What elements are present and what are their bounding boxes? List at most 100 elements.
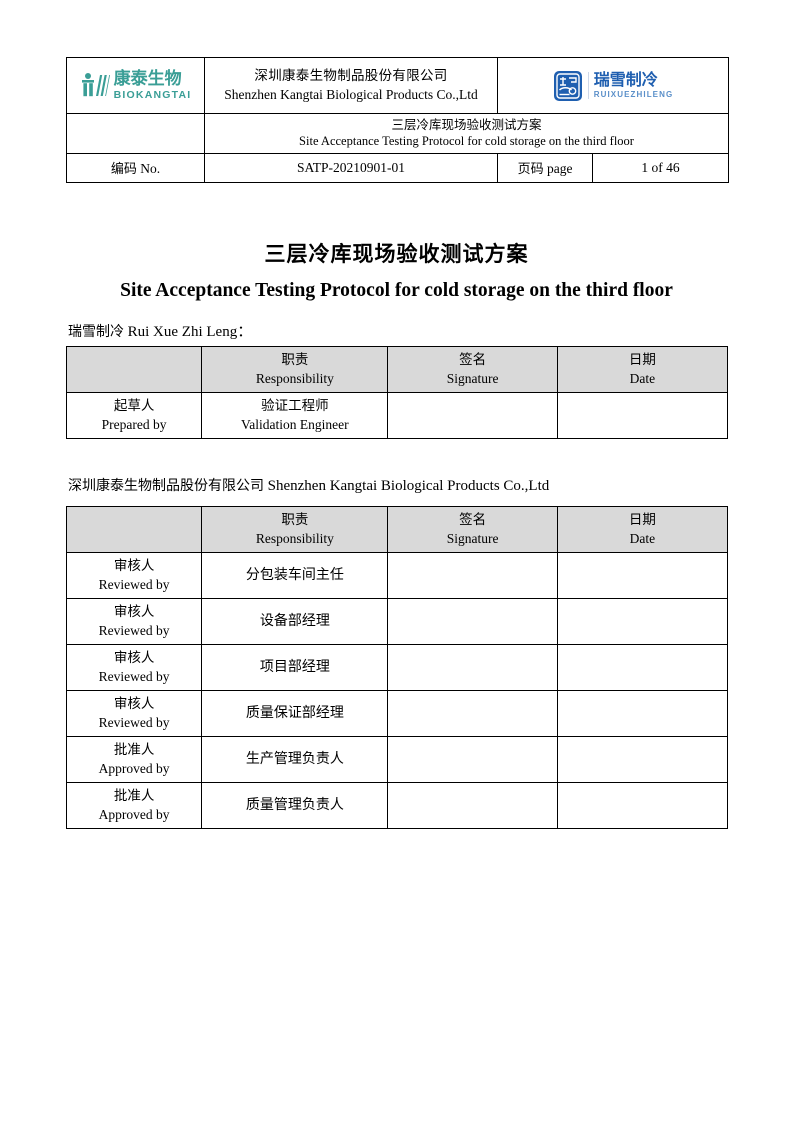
th-date-english: Date: [629, 530, 656, 546]
ruixue-seal-icon: [553, 70, 583, 102]
cell-role-chinese: 批准人: [113, 787, 155, 804]
cell-responsibility-chinese: 生产管理负责人: [245, 751, 344, 768]
cell-role-english: Reviewed by: [98, 714, 170, 730]
th-signature-english: Signature: [446, 370, 499, 386]
cell-signature[interactable]: [387, 392, 558, 439]
th-signature: 签名 Signature: [387, 346, 558, 393]
cell-date[interactable]: [556, 598, 729, 645]
page-title-english: Site Acceptance Testing Protocol for col…: [120, 280, 673, 301]
th-date-chinese: 日期: [628, 351, 656, 368]
cell-signature[interactable]: [387, 736, 558, 783]
cell-responsibility-chinese: 设备部经理: [259, 613, 330, 630]
table-row: 审核人 Reviewed by 设备部经理: [65, 598, 729, 645]
party-client-english: Shenzhen Kangtai Biological Products Co.…: [267, 478, 550, 494]
left-logo-chinese: 康泰生物: [113, 68, 182, 89]
cell-role-chinese: 起草人: [113, 397, 155, 414]
cell-responsibility: 生产管理负责人: [201, 736, 389, 783]
table-row: 批准人 Approved by 生产管理负责人: [65, 736, 729, 783]
th-date-english: Date: [629, 370, 656, 386]
company-name-chinese: 深圳康泰生物制品股份有限公司: [254, 68, 448, 85]
header-doc-title-english: Site Acceptance Testing Protocol for col…: [299, 134, 634, 149]
page-label-english: page: [546, 161, 573, 176]
page-value-cell: 1 of 46: [591, 152, 730, 183]
th-responsibility-chinese: 职责: [281, 511, 309, 528]
party-client-chinese: 深圳康泰生物制品股份有限公司: [68, 478, 264, 494]
cell-date[interactable]: [556, 644, 729, 691]
cell-role-english: Approved by: [98, 806, 170, 822]
cell-role-english: Reviewed by: [98, 668, 170, 684]
cell-signature[interactable]: [387, 598, 558, 645]
header-row-logos: 康泰生物 BIOKANGTAI 深圳康泰生物制品股份有限公司 Shenzhen …: [66, 57, 730, 114]
th-responsibility: 职责 Responsibility: [201, 346, 389, 393]
signature-table-supplier: 职责 Responsibility 签名 Signature 日期 Date 起…: [65, 346, 729, 439]
th-blank: [65, 346, 203, 393]
th-signature: 签名 Signature: [387, 506, 558, 553]
th-signature-english: Signature: [446, 530, 499, 546]
cell-role: 审核人 Reviewed by: [65, 598, 203, 645]
cell-responsibility-chinese: 质量保证部经理: [245, 705, 344, 722]
cell-role: 起草人 Prepared by: [65, 392, 203, 439]
th-blank: [65, 506, 203, 553]
cell-role-chinese: 批准人: [113, 741, 155, 758]
table-row: 审核人 Reviewed by 项目部经理: [65, 644, 729, 691]
cell-date[interactable]: [556, 392, 729, 439]
kangtai-figure-icon: [80, 71, 110, 101]
cell-responsibility: 质量保证部经理: [201, 690, 389, 737]
header-doc-title-cell: 三层冷库现场验收测试方案 Site Acceptance Testing Pro…: [203, 113, 730, 154]
cell-role: 批准人 Approved by: [65, 736, 203, 783]
cell-responsibility: 项目部经理: [201, 644, 389, 691]
document-header-table: 康泰生物 BIOKANGTAI 深圳康泰生物制品股份有限公司 Shenzhen …: [66, 57, 730, 183]
th-signature-chinese: 签名: [459, 511, 487, 528]
page-title-chinese: 三层冷库现场验收测试方案: [264, 242, 529, 266]
th-responsibility: 职责 Responsibility: [201, 506, 389, 553]
doc-no-value-cell: SATP-20210901-01: [204, 152, 498, 183]
party-label-client: 深圳康泰生物制品股份有限公司 Shenzhen Kangtai Biologic…: [68, 475, 549, 495]
cell-responsibility-chinese: 项目部经理: [259, 659, 330, 676]
cell-date[interactable]: [556, 736, 729, 783]
cell-role-chinese: 审核人: [113, 695, 155, 712]
cell-date[interactable]: [556, 552, 729, 599]
doc-no-value: SATP-20210901-01: [296, 159, 405, 175]
cell-responsibility-chinese: 质量管理负责人: [245, 797, 344, 814]
cell-role-english: Prepared by: [101, 416, 167, 432]
th-date: 日期 Date: [556, 346, 729, 393]
cell-role: 审核人 Reviewed by: [65, 690, 203, 737]
left-logo-english: BIOKANGTAI: [113, 88, 192, 101]
table-row: 起草人 Prepared by 验证工程师 Validation Enginee…: [65, 392, 729, 439]
cell-signature[interactable]: [387, 644, 558, 691]
cell-signature[interactable]: [387, 552, 558, 599]
party-supplier-chinese: 瑞雪制冷: [68, 324, 124, 340]
doc-no-label-cell: 编码 No.: [66, 152, 205, 183]
doc-no-label-chinese: 编码: [110, 162, 137, 177]
th-responsibility-english: Responsibility: [255, 370, 334, 386]
cell-responsibility: 分包装车间主任: [201, 552, 389, 599]
cell-responsibility-chinese: 分包装车间主任: [245, 567, 344, 584]
right-logo-chinese: 瑞雪制冷: [593, 70, 658, 89]
cell-date[interactable]: [556, 690, 729, 737]
page-label-cell: 页码 page: [497, 152, 593, 183]
cell-role-english: Approved by: [98, 760, 170, 776]
cell-role: 批准人 Approved by: [65, 782, 203, 829]
company-name-cell: 深圳康泰生物制品股份有限公司 Shenzhen Kangtai Biologic…: [204, 57, 498, 114]
cell-role: 审核人 Reviewed by: [65, 644, 203, 691]
table-row: 审核人 Reviewed by 分包装车间主任: [65, 552, 729, 599]
page-label-chinese: 页码: [517, 162, 544, 177]
cell-signature[interactable]: [387, 782, 558, 829]
th-date-chinese: 日期: [628, 511, 656, 528]
cell-date[interactable]: [556, 782, 729, 829]
doc-no-label-english: No.: [140, 161, 161, 176]
th-date: 日期 Date: [556, 506, 729, 553]
table-row: 审核人 Reviewed by 质量保证部经理: [65, 690, 729, 737]
cell-role-english: Reviewed by: [98, 576, 170, 592]
page-value: 1 of 46: [641, 159, 680, 175]
cell-responsibility: 质量管理负责人: [201, 782, 389, 829]
cell-responsibility-chinese: 验证工程师: [261, 397, 329, 414]
right-logo-english: RUIXUEZHILENG: [593, 90, 674, 99]
party-label-supplier: 瑞雪制冷 Rui Xue Zhi Leng：: [68, 320, 252, 341]
cell-signature[interactable]: [387, 690, 558, 737]
table-row: 批准人 Approved by 质量管理负责人: [65, 782, 729, 829]
header-row-doc-title: 三层冷库现场验收测试方案 Site Acceptance Testing Pro…: [66, 113, 730, 154]
cell-responsibility-english: Validation Engineer: [241, 416, 349, 432]
left-logo-cell: 康泰生物 BIOKANGTAI: [66, 57, 205, 114]
cell-responsibility: 验证工程师 Validation Engineer: [201, 392, 389, 439]
